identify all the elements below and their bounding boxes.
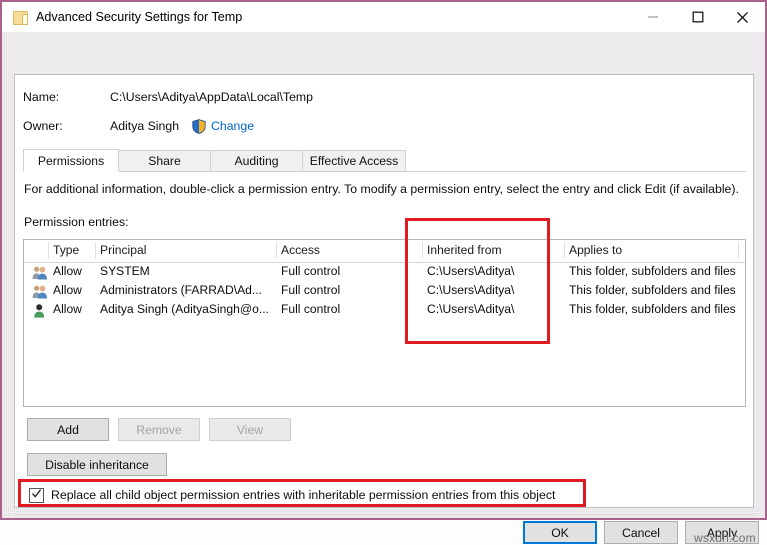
checkmark-icon (31, 488, 42, 499)
cell-applies-to: This folder, subfolders and files (569, 264, 736, 278)
tab-strip: Permissions Share Auditing Effective Acc… (23, 149, 746, 172)
maximize-icon[interactable] (675, 2, 720, 32)
cell-inherited-from: C:\Users\Aditya\ (427, 283, 514, 297)
change-owner-link[interactable]: Change (211, 119, 254, 133)
folder-icon (12, 9, 28, 25)
cell-access: Full control (281, 283, 340, 297)
advanced-security-settings-window: Advanced Security Settings for Temp Name… (0, 0, 767, 520)
table-row[interactable]: Allow Administrators (FARRAD\Ad... Full … (24, 282, 745, 301)
column-header-access[interactable]: Access (281, 243, 320, 257)
name-label: Name: (23, 90, 59, 104)
info-text: For additional information, double-click… (24, 182, 739, 196)
cell-type: Allow (53, 283, 82, 297)
dialog-body: Name: C:\Users\Aditya\AppData\Local\Temp… (2, 32, 765, 518)
tab-effective-access[interactable]: Effective Access (302, 150, 406, 172)
table-row[interactable]: Allow Aditya Singh (AdityaSingh@o... Ful… (24, 301, 745, 320)
add-button[interactable]: Add (27, 418, 109, 441)
cell-type: Allow (53, 264, 82, 278)
column-header-applies-to[interactable]: Applies to (569, 243, 622, 257)
ok-button[interactable]: OK (523, 521, 597, 544)
tab-auditing[interactable]: Auditing (210, 150, 303, 172)
cell-principal: Aditya Singh (AdityaSingh@o... (100, 302, 269, 316)
minimize-icon[interactable] (630, 2, 675, 32)
apply-button[interactable]: Apply (685, 521, 759, 544)
column-header-principal[interactable]: Principal (100, 243, 146, 257)
permission-entries-list[interactable]: Type Principal Access Inherited from App… (23, 239, 746, 407)
tab-permissions[interactable]: Permissions (23, 149, 119, 172)
cell-inherited-from: C:\Users\Aditya\ (427, 264, 514, 278)
title-bar: Advanced Security Settings for Temp (2, 2, 765, 32)
permission-entries-label: Permission entries: (24, 215, 129, 229)
owner-label: Owner: (23, 119, 63, 133)
cell-access: Full control (281, 264, 340, 278)
single-user-icon (32, 303, 48, 318)
name-value: C:\Users\Aditya\AppData\Local\Temp (110, 90, 313, 104)
remove-button: Remove (118, 418, 200, 441)
cell-access: Full control (281, 302, 340, 316)
replace-child-permissions-label: Replace all child object permission entr… (51, 488, 555, 502)
cell-applies-to: This folder, subfolders and files (569, 302, 736, 316)
caption-buttons (630, 2, 765, 32)
cell-applies-to: This folder, subfolders and files (569, 283, 736, 297)
group-users-icon (32, 265, 48, 280)
replace-child-permissions-row[interactable]: Replace all child object permission entr… (19, 482, 555, 508)
tab-share[interactable]: Share (118, 150, 211, 172)
window-title: Advanced Security Settings for Temp (36, 10, 242, 24)
uac-shield-icon (192, 119, 206, 134)
cell-principal: SYSTEM (100, 264, 150, 278)
close-icon[interactable] (720, 2, 765, 32)
list-header: Type Principal Access Inherited from App… (24, 240, 745, 263)
column-header-type[interactable]: Type (53, 243, 79, 257)
disable-inheritance-button[interactable]: Disable inheritance (27, 453, 167, 476)
cancel-button[interactable]: Cancel (604, 521, 678, 544)
footer-divider (14, 514, 754, 515)
replace-child-permissions-checkbox[interactable] (29, 488, 44, 503)
view-button: View (209, 418, 291, 441)
owner-value: Aditya Singh (110, 119, 179, 133)
permissions-panel: Name: C:\Users\Aditya\AppData\Local\Temp… (14, 74, 754, 508)
cell-type: Allow (53, 302, 82, 316)
column-header-inherited-from[interactable]: Inherited from (427, 243, 502, 257)
group-users-icon (32, 284, 48, 299)
cell-principal: Administrators (FARRAD\Ad... (100, 283, 262, 297)
cell-inherited-from: C:\Users\Aditya\ (427, 302, 514, 316)
table-row[interactable]: Allow SYSTEM Full control C:\Users\Adity… (24, 263, 745, 282)
